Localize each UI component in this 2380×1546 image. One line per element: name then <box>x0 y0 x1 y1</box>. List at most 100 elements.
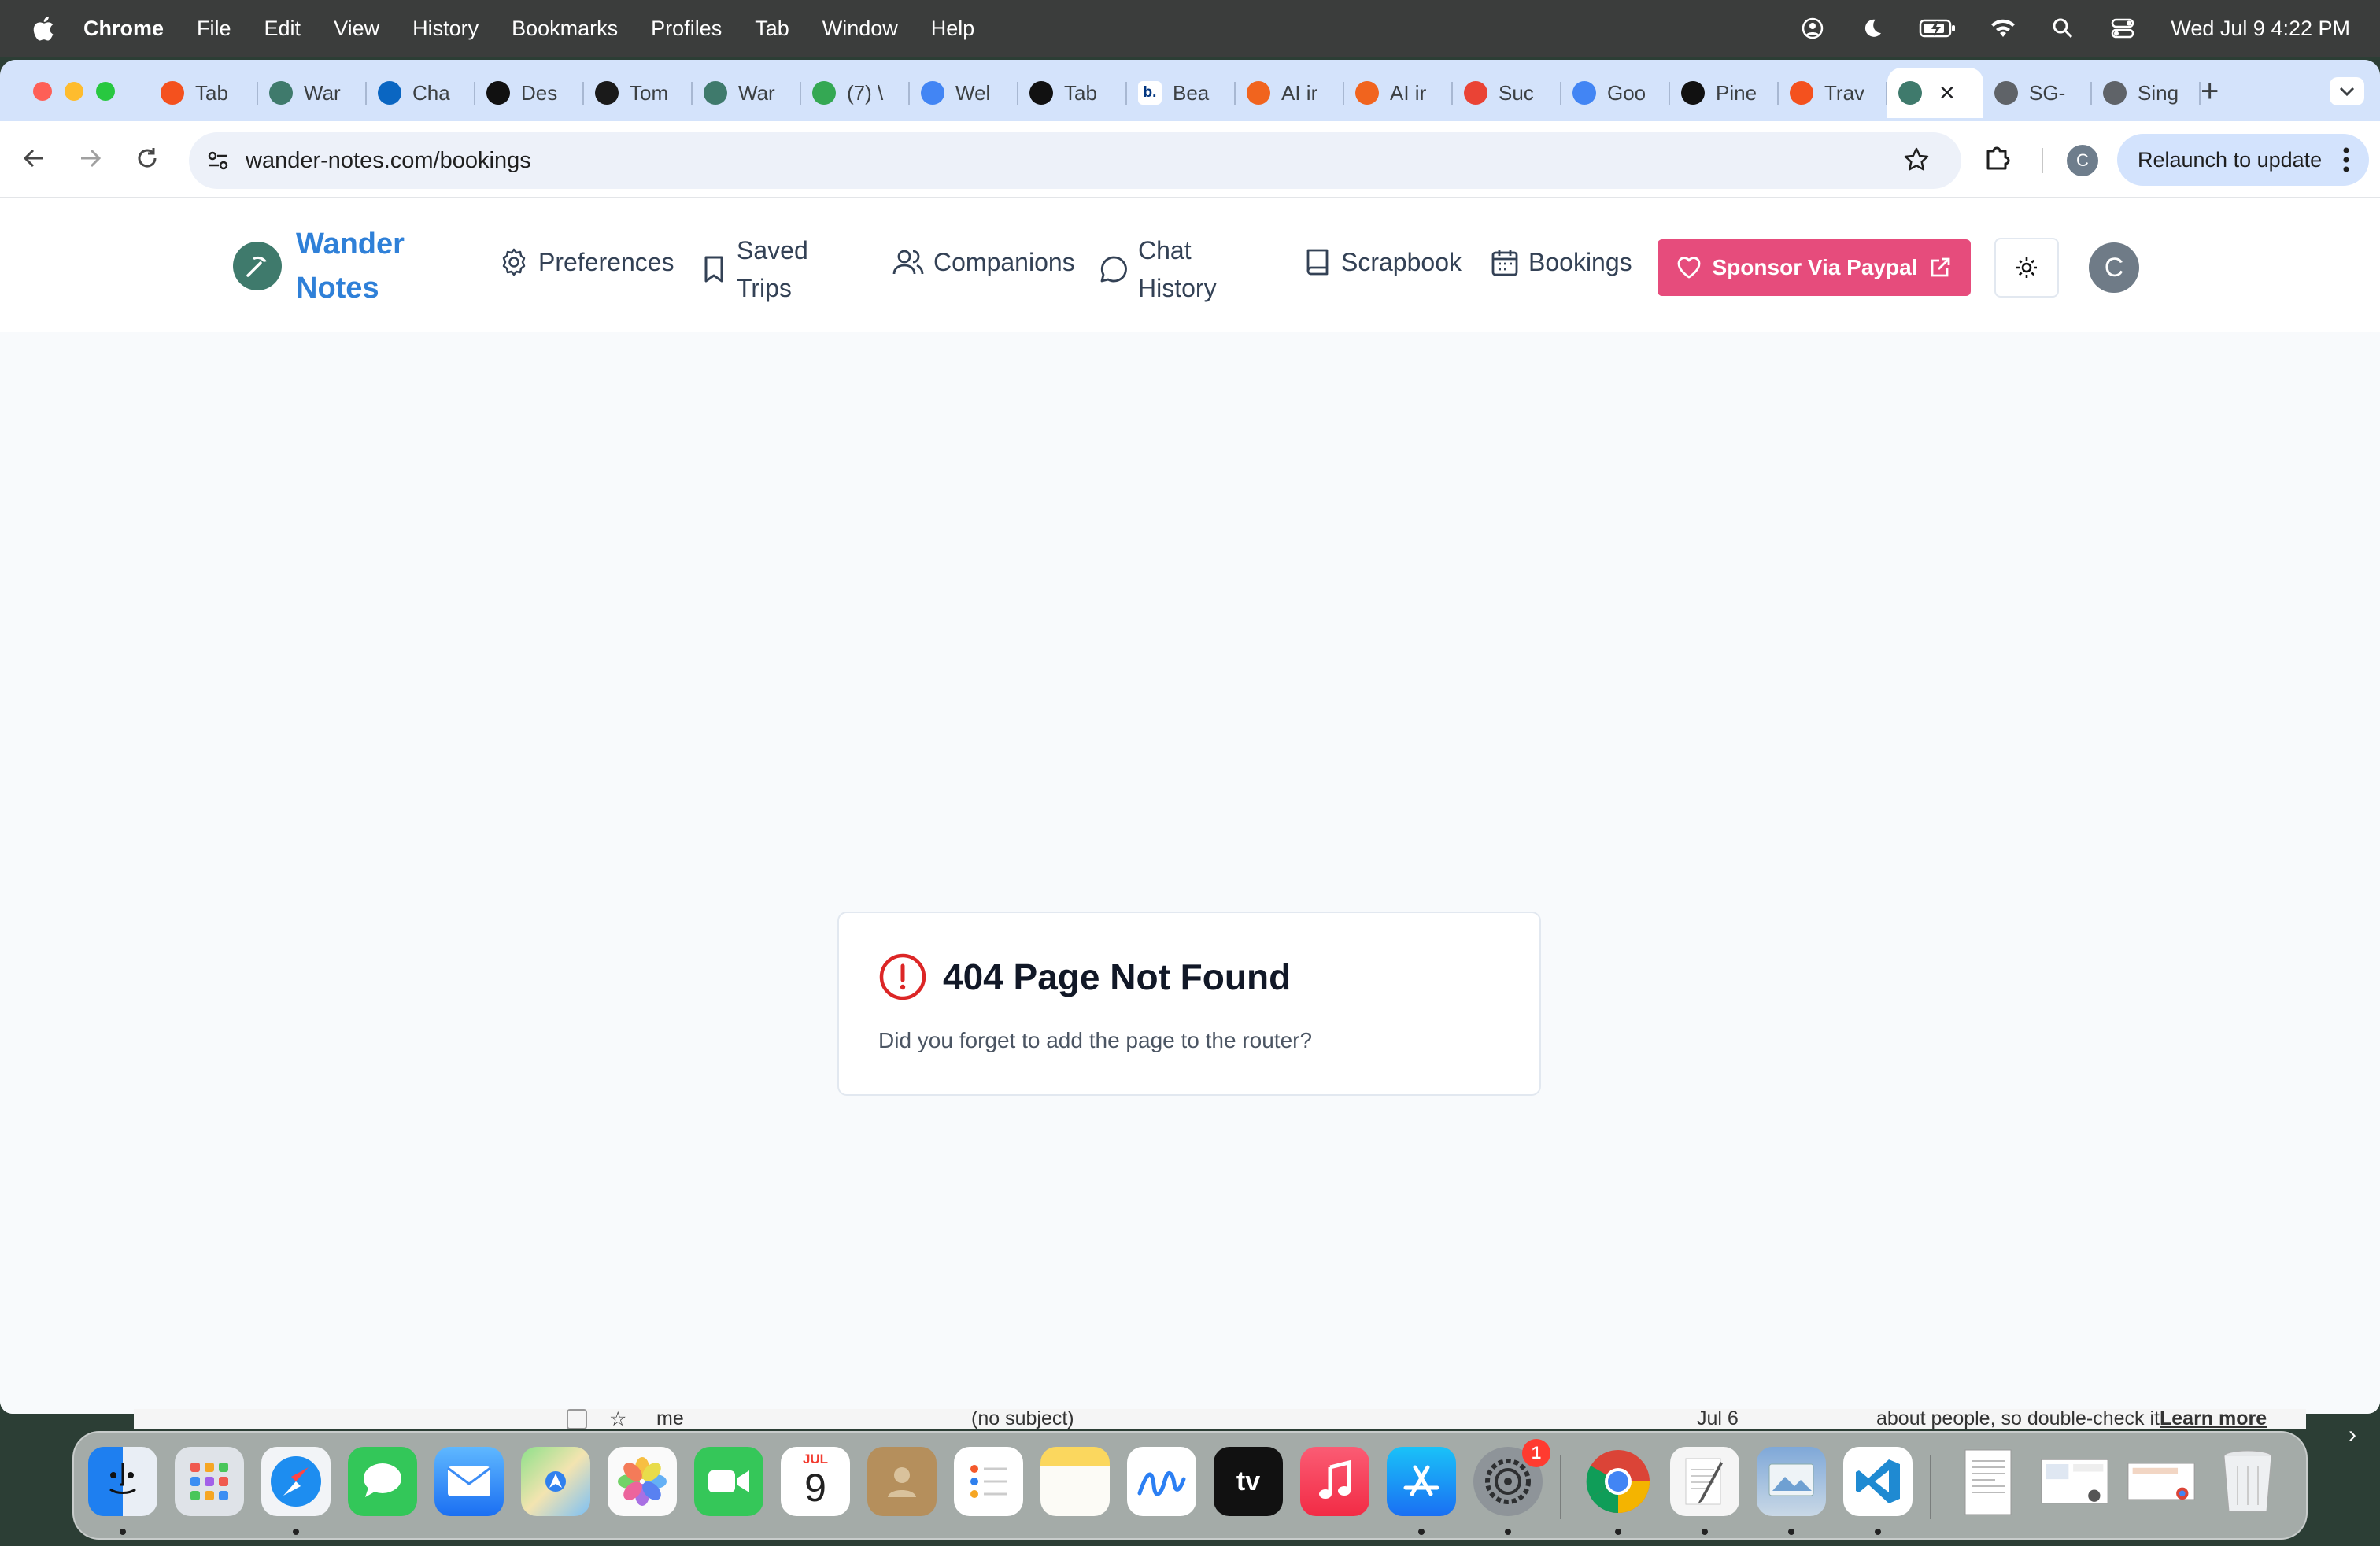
calendar-month: JUL <box>802 1452 829 1466</box>
vscode-icon[interactable] <box>1843 1447 1913 1516</box>
facetime-icon[interactable] <box>694 1447 763 1516</box>
freeform-icon[interactable] <box>1127 1447 1196 1516</box>
tab[interactable]: Goo <box>1561 68 1670 118</box>
forward-button[interactable] <box>72 140 109 176</box>
safari-icon[interactable] <box>261 1447 331 1516</box>
contacts-icon[interactable] <box>867 1447 937 1516</box>
menu-tab[interactable]: Tab <box>755 17 789 41</box>
user-avatar[interactable]: C <box>2089 242 2139 293</box>
control-center-icon[interactable] <box>2109 15 2136 42</box>
row-checkbox[interactable] <box>567 1409 587 1429</box>
chrome-icon[interactable] <box>1584 1447 1653 1516</box>
dock-divider-2 <box>1930 1455 1931 1519</box>
address-bar[interactable]: wander-notes.com/bookings <box>189 132 1961 189</box>
url-text[interactable]: wander-notes.com/bookings <box>246 148 531 174</box>
sponsor-paypal-button[interactable]: Sponsor Via Paypal <box>1658 239 1971 296</box>
nav-chat-history[interactable]: Chat History <box>1099 231 1217 307</box>
nav-bookings[interactable]: Bookings <box>1491 247 1632 277</box>
tab[interactable]: Des <box>475 68 584 118</box>
mail-sender: me <box>656 1407 684 1429</box>
maps-icon[interactable] <box>521 1447 590 1516</box>
notes-icon[interactable] <box>1040 1447 1110 1516</box>
window-close-button[interactable] <box>33 82 52 101</box>
downloads-stack-icon[interactable] <box>2127 1447 2196 1516</box>
tab[interactable]: (7) \ <box>801 68 910 118</box>
extensions-button[interactable] <box>1982 142 2013 177</box>
brand-home-link[interactable]: Wander Notes <box>233 222 422 310</box>
textedit-icon[interactable] <box>1670 1447 1739 1516</box>
tab[interactable]: Tab <box>1018 68 1127 118</box>
tab[interactable]: Sing <box>2092 68 2201 118</box>
messages-icon[interactable] <box>348 1447 417 1516</box>
tab[interactable]: War <box>693 68 801 118</box>
apple-tv-icon[interactable]: tv <box>1214 1447 1283 1516</box>
more-menu-icon[interactable] <box>2342 146 2350 173</box>
menu-window[interactable]: Window <box>822 17 898 41</box>
menu-help[interactable]: Help <box>931 17 975 41</box>
tab[interactable]: AI ir <box>1344 68 1453 118</box>
music-icon[interactable] <box>1300 1447 1369 1516</box>
tab[interactable]: b. Bea <box>1127 68 1236 118</box>
learn-more-link[interactable]: Learn more <box>2160 1407 2267 1430</box>
trash-icon[interactable] <box>2213 1447 2282 1516</box>
tab-active[interactable]: × <box>1887 68 1983 118</box>
spotlight-search-icon[interactable] <box>2049 15 2076 42</box>
system-settings-icon[interactable]: 1 <box>1473 1439 1550 1516</box>
bookmark-star-icon[interactable] <box>1903 146 1930 173</box>
relaunch-to-update-button[interactable]: Relaunch to update <box>2117 134 2369 186</box>
menu-app-name[interactable]: Chrome <box>83 17 164 41</box>
battery-charging-icon[interactable] <box>1919 15 1957 42</box>
nav-preferences[interactable]: Preferences <box>499 247 674 277</box>
tab[interactable]: Tab <box>150 68 258 118</box>
screenshots-stack-icon[interactable] <box>2040 1447 2109 1516</box>
menu-edit[interactable]: Edit <box>264 17 301 41</box>
user-account-icon[interactable] <box>1799 15 1826 42</box>
documents-stack-icon[interactable] <box>1953 1447 2023 1516</box>
window-minimize-button[interactable] <box>65 82 83 101</box>
tab-search-button[interactable] <box>2330 77 2364 105</box>
nav-companions[interactable]: Companions <box>893 247 1075 277</box>
wifi-icon[interactable] <box>1990 15 2016 42</box>
tab[interactable]: Suc <box>1453 68 1561 118</box>
app-store-icon[interactable] <box>1387 1447 1456 1516</box>
menu-file[interactable]: File <box>197 17 231 41</box>
chevron-right-icon[interactable]: › <box>2349 1422 2356 1448</box>
tab[interactable]: AI ir <box>1236 68 1344 118</box>
tab-title: Suc <box>1499 80 1534 105</box>
tab[interactable]: Pine <box>1670 68 1779 118</box>
launchpad-icon[interactable] <box>175 1447 244 1516</box>
star-icon[interactable]: ☆ <box>609 1407 626 1431</box>
menu-history[interactable]: History <box>412 17 479 41</box>
calendar-app-icon[interactable]: JUL 9 <box>781 1447 850 1516</box>
mail-icon[interactable] <box>434 1447 504 1516</box>
tab[interactable]: War <box>258 68 367 118</box>
nav-saved-trips[interactable]: Saved Trips <box>700 231 808 307</box>
apple-logo-icon[interactable] <box>31 15 55 42</box>
preview-icon[interactable] <box>1757 1447 1826 1516</box>
theme-toggle-button[interactable] <box>1994 238 2059 298</box>
reminders-icon[interactable] <box>954 1447 1023 1516</box>
site-info-icon[interactable] <box>206 149 230 172</box>
menu-clock[interactable]: Wed Jul 9 4:22 PM <box>2171 17 2350 41</box>
finder-icon[interactable] <box>88 1447 157 1516</box>
window-zoom-button[interactable] <box>96 82 115 101</box>
profile-button[interactable]: C <box>2067 145 2098 176</box>
menu-bookmarks[interactable]: Bookmarks <box>512 17 618 41</box>
close-tab-icon[interactable]: × <box>1939 78 1955 109</box>
not-found-title: 404 Page Not Found <box>943 956 1292 997</box>
back-button[interactable] <box>16 140 52 176</box>
nav-scrapbook[interactable]: Scrapbook <box>1303 247 1462 277</box>
menu-view[interactable]: View <box>334 17 379 41</box>
menu-profiles[interactable]: Profiles <box>651 17 722 41</box>
tab-title: Des <box>521 80 558 105</box>
photos-icon[interactable] <box>608 1447 677 1516</box>
new-tab-button[interactable]: + <box>2201 74 2219 109</box>
tab[interactable]: Wel <box>910 68 1018 118</box>
focus-moon-icon[interactable] <box>1859 15 1886 42</box>
tab[interactable]: Trav <box>1779 68 1887 118</box>
tab[interactable]: Tom <box>584 68 693 118</box>
sun-icon <box>2016 257 2037 278</box>
reload-button[interactable] <box>129 140 165 176</box>
tab[interactable]: Cha <box>367 68 475 118</box>
tab[interactable]: SG- <box>1983 68 2092 118</box>
